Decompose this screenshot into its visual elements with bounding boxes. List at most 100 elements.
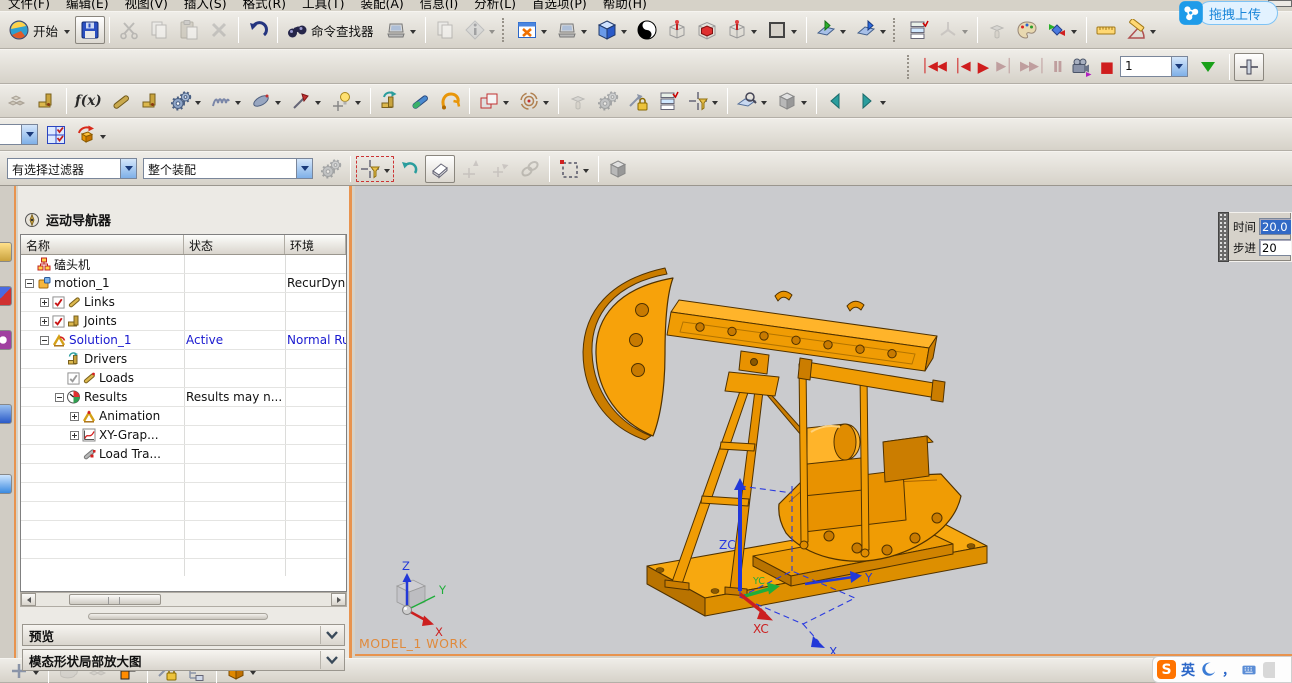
export-movie-button[interactable]	[1066, 53, 1096, 81]
step-back-button[interactable]: │◀	[950, 53, 974, 81]
layer-settings-button[interactable]	[903, 16, 933, 44]
clip-section-a-button[interactable]	[811, 16, 851, 44]
cut-button[interactable]	[114, 16, 144, 44]
menu-item-1[interactable]: 文件(F)	[8, 0, 50, 11]
interference-button[interactable]	[474, 87, 514, 115]
snap-point-button[interactable]	[355, 155, 395, 183]
undo-button[interactable]	[243, 16, 273, 44]
grid-check-button[interactable]	[41, 121, 71, 149]
render-mode-button[interactable]	[632, 16, 662, 44]
smart-tool-button[interactable]	[683, 87, 723, 115]
function-button[interactable]: f(x)	[71, 87, 106, 115]
navigator-hscrollbar[interactable]	[20, 592, 347, 607]
pin-view-dropdown-icon[interactable]	[751, 30, 757, 37]
pin-view-button[interactable]	[722, 16, 762, 44]
modal-shape-section-bar[interactable]: 模态形状局部放大图	[22, 649, 345, 671]
column-env[interactable]: 环境	[285, 235, 346, 254]
expand-playback-button[interactable]	[1191, 53, 1225, 81]
toolbar-grip[interactable]	[907, 55, 912, 79]
expand-minus-icon[interactable]	[25, 279, 34, 288]
start-dropdown-icon[interactable]	[64, 30, 70, 37]
tree-row-motion-1[interactable]: motion_1RecurDyn	[21, 274, 346, 293]
tree-row-animation[interactable]: Animation	[21, 407, 346, 426]
work-part-dropdown-icon[interactable]	[250, 671, 256, 678]
wcs-display-button[interactable]	[933, 16, 973, 44]
measure-angle-button[interactable]	[1121, 16, 1161, 44]
undo-selection-button[interactable]	[395, 155, 425, 183]
show-hide-button[interactable]	[1042, 16, 1082, 44]
measure-angle-dropdown-icon[interactable]	[1150, 30, 1156, 37]
object-info-dropdown-icon[interactable]	[489, 30, 495, 37]
add-snap-dropdown-icon[interactable]	[33, 671, 39, 678]
expand-plus-icon[interactable]	[40, 317, 49, 326]
environment-button[interactable]	[2, 87, 32, 115]
marker-dropdown-icon[interactable]	[315, 101, 321, 108]
rendering-style-button[interactable]	[592, 16, 632, 44]
expand-plus-icon[interactable]	[70, 431, 79, 440]
rectangle-select-dropdown-icon[interactable]	[583, 169, 589, 176]
clip-section-b-dropdown-icon[interactable]	[880, 30, 886, 37]
ime-more-icon[interactable]	[1263, 662, 1275, 678]
select-eraser-button[interactable]	[425, 155, 455, 183]
gripper-button[interactable]	[435, 87, 465, 115]
tree-row-solution-1[interactable]: Solution_1ActiveNormal Ru	[21, 331, 346, 350]
resource-tab-1[interactable]	[0, 242, 12, 262]
rendering-style-dropdown-icon[interactable]	[621, 30, 627, 37]
show-hide-dropdown-icon[interactable]	[1071, 30, 1077, 37]
smart-tool-dropdown-icon[interactable]	[712, 101, 718, 108]
pause-button[interactable]: Ⅱ	[1049, 53, 1066, 81]
rotate-reference-button[interactable]	[71, 121, 111, 149]
edit-object-display-button[interactable]	[1012, 16, 1042, 44]
measure-trace-dropdown-icon[interactable]	[543, 101, 549, 108]
keyboard-icon[interactable]	[1240, 662, 1258, 678]
joint-button[interactable]	[136, 87, 166, 115]
pumpjack-model[interactable]	[583, 268, 987, 616]
time-input[interactable]: 20.0	[1259, 218, 1292, 235]
tree-row-links[interactable]: Links	[21, 293, 346, 312]
ime-language-toggle[interactable]: 英	[1181, 660, 1195, 680]
forward-tool-button[interactable]	[851, 87, 891, 115]
panel-drag-handle[interactable]	[1218, 212, 1229, 262]
command-finder-button[interactable]: 命令查找器	[282, 16, 381, 44]
point-forward-button[interactable]	[485, 155, 515, 183]
driver-button[interactable]	[375, 87, 405, 115]
step-forward-button[interactable]: ▶│	[992, 53, 1016, 81]
tree-row-joints[interactable]: Joints	[21, 312, 346, 331]
menu-item-6[interactable]: 工具(T)	[302, 0, 344, 11]
go-to-end-button[interactable]: ▶▶│	[1016, 53, 1049, 81]
menu-item-11[interactable]: 帮助(H)	[603, 0, 647, 11]
expand-plus-icon[interactable]	[70, 412, 79, 421]
connector-button[interactable]	[405, 87, 435, 115]
menu-item-5[interactable]: 格式(R)	[243, 0, 286, 11]
sogou-logo-icon[interactable]: S	[1157, 660, 1176, 679]
tree-row--[interactable]: 磕头机	[21, 255, 346, 274]
menu-item-10[interactable]: 首选项(P)	[532, 0, 587, 11]
menu-item-9[interactable]: 分析(L)	[474, 0, 516, 11]
rectangle-select-button[interactable]	[554, 155, 594, 183]
clip-section-a-dropdown-icon[interactable]	[840, 30, 846, 37]
wcs-display-dropdown-icon[interactable]	[962, 30, 968, 37]
scroll-left-button[interactable]	[21, 593, 36, 606]
save-button[interactable]	[75, 16, 105, 44]
solid-body-filter-button[interactable]	[603, 155, 633, 183]
column-name[interactable]: 名称	[21, 235, 184, 254]
start-button[interactable]: 开始	[4, 16, 75, 44]
return-tool-button[interactable]	[821, 87, 851, 115]
solid-in-wireframe-button[interactable]	[692, 16, 722, 44]
copy-display-button[interactable]	[430, 16, 460, 44]
toolbar-grip[interactable]	[502, 18, 507, 42]
clip-section-b-button[interactable]	[851, 16, 891, 44]
chart-panel-toggle-button[interactable]	[1234, 53, 1264, 81]
mechanism-tool-button[interactable]	[563, 87, 593, 115]
selection-scope-dropdown-icon[interactable]	[296, 159, 312, 178]
gear-pair-button[interactable]	[166, 87, 206, 115]
resource-tab-5[interactable]	[0, 474, 12, 494]
drag-upload-button[interactable]: 拖拽上传	[1178, 0, 1278, 26]
window-display-button[interactable]	[512, 16, 552, 44]
damper-button[interactable]	[246, 87, 286, 115]
tree-row-load-tra-[interactable]: Load Tra...	[21, 445, 346, 464]
frame-combo-dropdown-icon[interactable]	[1171, 57, 1187, 76]
checkbox[interactable]	[52, 296, 65, 309]
menu-item-7[interactable]: 装配(A)	[360, 0, 403, 11]
menu-item-2[interactable]: 编辑(E)	[66, 0, 109, 11]
